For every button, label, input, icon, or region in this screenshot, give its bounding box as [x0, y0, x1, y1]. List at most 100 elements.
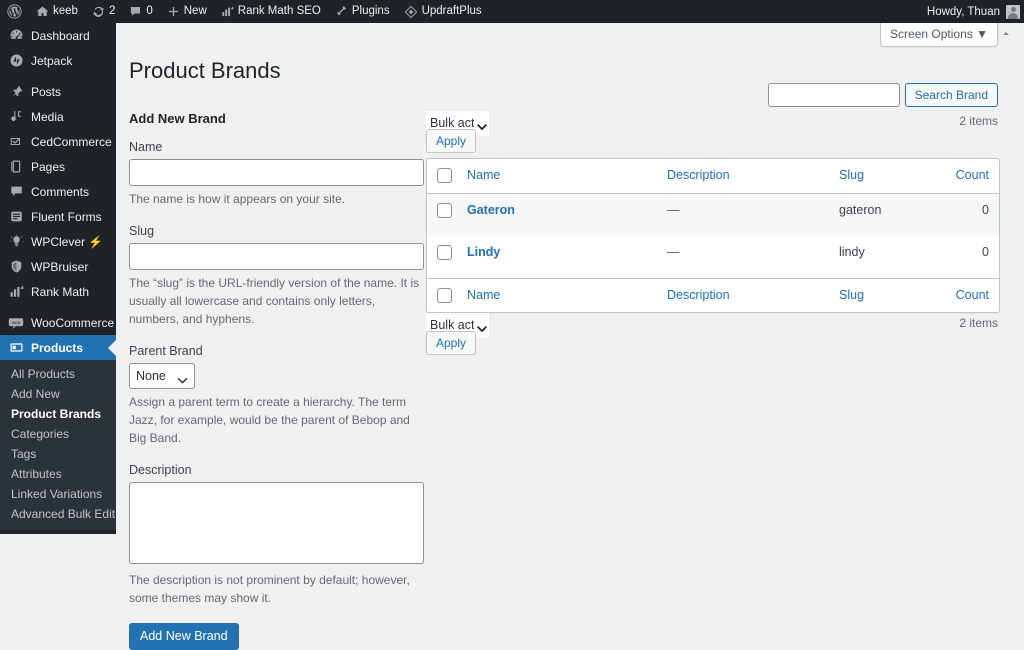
admin-bar-rank-math[interactable]: Rank Math SEO: [214, 0, 328, 23]
description-label: Description: [129, 463, 424, 477]
table-row: Lindy — lindy 0: [427, 236, 999, 278]
sidebar-item-label: WPClever ⚡: [31, 235, 103, 249]
posts-pin-icon: [8, 84, 24, 100]
row-name-cell: Gateron: [457, 194, 657, 236]
sidebar-item-all-products[interactable]: All Products: [0, 364, 116, 384]
sidebar-item-rank-math[interactable]: Rank Math: [0, 279, 116, 304]
row-count-cell[interactable]: 0: [939, 236, 999, 278]
sidebar-item-label: Fluent Forms: [31, 210, 102, 224]
description-textarea[interactable]: [129, 482, 424, 564]
apply-button-bottom[interactable]: Apply: [426, 331, 476, 355]
select-all-footer: [427, 278, 457, 313]
screen-options-label: Screen Options: [890, 27, 973, 41]
admin-bar-my-account[interactable]: Howdy, Thuan: [927, 5, 1024, 19]
admin-bar: keeb 2 0 New Rank Math SEO Plugins Upd: [0, 0, 1024, 23]
sidebar-item-attributes[interactable]: Attributes: [0, 464, 116, 484]
chevron-down-icon: ▼: [976, 27, 988, 41]
column-header-slug[interactable]: Slug: [829, 159, 939, 194]
sidebar-item-label: Jetpack: [31, 54, 72, 68]
column-header-count[interactable]: Count: [939, 159, 999, 194]
admin-bar-updraftplus-label: UpdraftPlus: [422, 0, 482, 23]
wordpress-logo-icon: [7, 4, 22, 19]
sidebar-item-tags[interactable]: Tags: [0, 444, 116, 464]
screen-options-tab[interactable]: Screen Options ▼: [880, 23, 998, 47]
items-count-bottom: 2 items: [959, 316, 998, 330]
admin-bar-plugins[interactable]: Plugins: [328, 0, 397, 23]
row-checkbox[interactable]: [437, 203, 452, 218]
column-header-description[interactable]: Description: [657, 159, 829, 194]
admin-bar-site-name-label: keeb: [53, 0, 78, 23]
admin-bar-updraftplus[interactable]: UpdraftPlus: [397, 0, 489, 23]
add-new-brand-form: Add New Brand Name The name is how it ap…: [129, 111, 424, 650]
plus-icon: [167, 5, 180, 18]
sidebar-item-posts[interactable]: Posts: [0, 79, 116, 104]
name-input[interactable]: [129, 159, 424, 186]
sidebar-item-product-brands[interactable]: Product Brands: [0, 404, 116, 424]
sidebar-item-categories[interactable]: Categories: [0, 424, 116, 444]
sidebar-item-products[interactable]: Products: [0, 335, 116, 360]
brand-link[interactable]: Gateron: [467, 203, 515, 217]
scrollbar-up-arrow[interactable]: [998, 23, 1011, 39]
products-icon: [8, 340, 24, 356]
admin-bar-new-content[interactable]: New: [160, 0, 214, 23]
slug-help-text: The “slug” is the URL-friendly version o…: [129, 274, 424, 328]
wpbruiser-shield-icon: [8, 259, 24, 275]
footer-note: [116, 526, 1011, 534]
column-footer-description[interactable]: Description: [657, 278, 829, 313]
sidebar-item-wpclever[interactable]: WPClever ⚡: [0, 229, 116, 254]
admin-bar-comments[interactable]: 0: [122, 0, 159, 23]
wordpress-logo-button[interactable]: [0, 0, 29, 23]
sidebar-item-pages[interactable]: Pages: [0, 154, 116, 179]
column-footer-name[interactable]: Name: [457, 278, 657, 313]
brands-list-table-wrap: Bulk actions Apply 2 items Name Descri: [426, 111, 998, 360]
rank-math-icon: [221, 5, 234, 18]
add-new-brand-button[interactable]: Add New Brand: [129, 623, 239, 650]
brand-link[interactable]: Lindy: [467, 245, 500, 259]
select-all-checkbox-top[interactable]: [437, 168, 452, 183]
parent-brand-select-wrap: None: [129, 363, 195, 389]
sidebar-item-wpbruiser[interactable]: WPBruiser: [0, 254, 116, 279]
search-input[interactable]: [768, 83, 900, 107]
apply-button-top[interactable]: Apply: [426, 129, 476, 153]
row-description-cell: —: [657, 236, 829, 278]
sidebar-item-add-new[interactable]: Add New: [0, 384, 116, 404]
comment-icon: [129, 5, 142, 18]
description-help-text: The description is not prominent by defa…: [129, 571, 424, 607]
admin-bar-comments-count: 0: [146, 0, 152, 23]
column-footer-count[interactable]: Count: [939, 278, 999, 313]
table-head: Name Description Slug Count: [427, 159, 999, 194]
search-brand-button[interactable]: Search Brand: [905, 83, 998, 107]
slug-input[interactable]: [129, 243, 424, 270]
sidebar-item-jetpack[interactable]: Jetpack: [0, 48, 116, 73]
sidebar-item-linked-variations[interactable]: Linked Variations: [0, 484, 116, 504]
dashboard-icon: [8, 28, 24, 44]
select-all-header: [427, 159, 457, 194]
admin-bar-updates-count: 2: [109, 0, 115, 23]
sidebar-item-fluent-forms[interactable]: Fluent Forms: [0, 204, 116, 229]
sidebar-item-media[interactable]: Media: [0, 104, 116, 129]
parent-brand-help-text: Assign a parent term to create a hierarc…: [129, 393, 424, 447]
sidebar-item-woocommerce[interactable]: woo WooCommerce: [0, 310, 116, 335]
admin-bar-site-name[interactable]: keeb: [29, 0, 85, 23]
sidebar-item-comments[interactable]: Comments: [0, 179, 116, 204]
column-footer-slug[interactable]: Slug: [829, 278, 939, 313]
sidebar-item-label: Products: [31, 341, 83, 355]
row-name-cell: Lindy: [457, 236, 657, 278]
sidebar-item-advanced-bulk-edit[interactable]: Advanced Bulk Edit: [0, 504, 116, 524]
row-slug-cell: gateron: [829, 194, 939, 236]
select-all-checkbox-bottom[interactable]: [437, 288, 452, 303]
sidebar-item-label: Posts: [31, 85, 61, 99]
parent-brand-select[interactable]: None: [129, 363, 195, 389]
admin-bar-plugins-label: Plugins: [352, 0, 390, 23]
sidebar-item-label: Media: [31, 110, 64, 124]
table-footer-row: Name Description Slug Count: [427, 278, 999, 313]
column-header-name[interactable]: Name: [457, 159, 657, 194]
row-count-cell[interactable]: 0: [939, 194, 999, 236]
sidebar-item-cedcommerce[interactable]: CedCommerce: [0, 129, 116, 154]
admin-bar-rank-math-label: Rank Math SEO: [238, 0, 321, 23]
sidebar-item-dashboard[interactable]: Dashboard: [0, 23, 116, 48]
sidebar-item-label: Dashboard: [31, 29, 90, 43]
row-checkbox[interactable]: [437, 245, 452, 260]
updraftplus-icon: [404, 5, 418, 19]
admin-bar-updates[interactable]: 2: [85, 0, 122, 23]
